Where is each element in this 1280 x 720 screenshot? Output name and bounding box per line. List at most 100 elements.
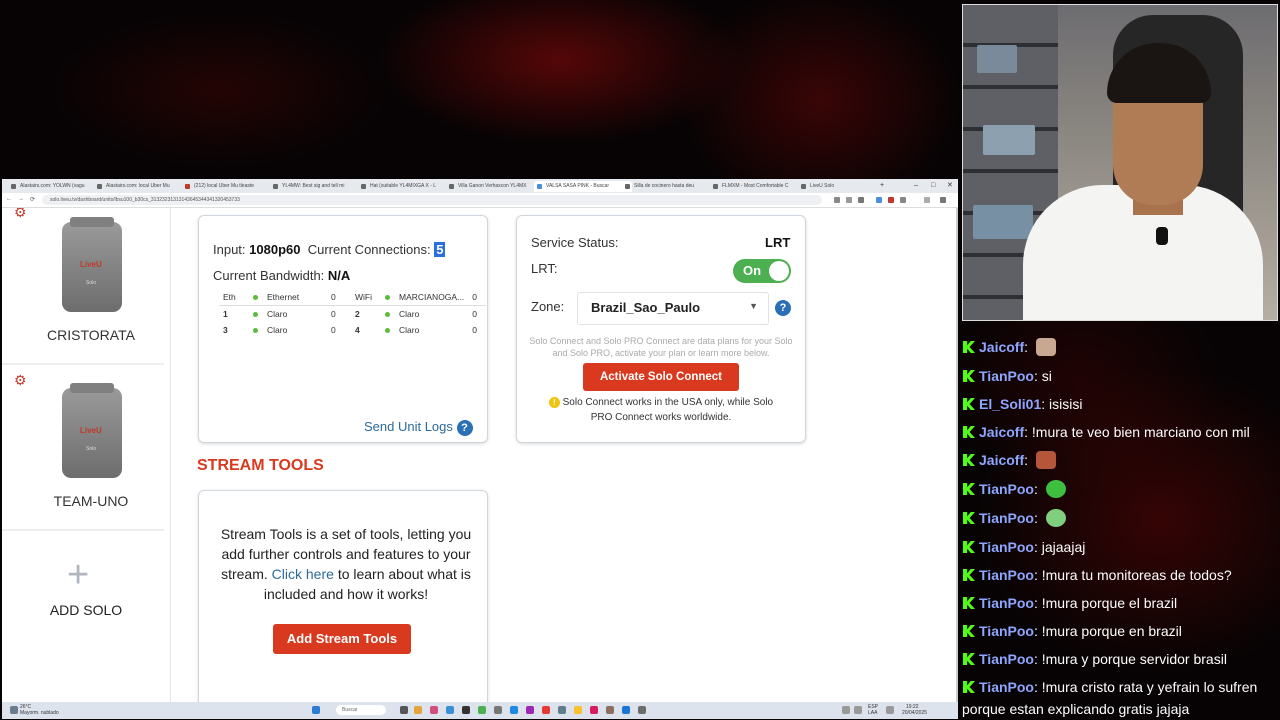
zone-select[interactable]: Brazil_Sao_Paulo ▼ — [577, 292, 769, 325]
menu-icon[interactable] — [940, 197, 946, 203]
url-field[interactable]: solo.liveu.tv/dashboard/units/lbsu100_b3… — [42, 195, 822, 205]
back-icon[interactable]: ← — [6, 196, 12, 202]
app-icon[interactable] — [574, 706, 582, 714]
browser-tab[interactable]: Silla de cocinero hasta deu — [622, 181, 720, 192]
add-solo-button[interactable]: ADD SOLO — [2, 602, 170, 618]
edge-icon[interactable] — [446, 706, 454, 714]
chat-username[interactable]: TianPoo — [979, 539, 1034, 555]
ethernet-label: Ethernet — [263, 289, 327, 306]
emote-icon — [1035, 338, 1056, 356]
extension-icon[interactable] — [846, 197, 852, 203]
app-icon[interactable] — [542, 706, 550, 714]
explorer-icon[interactable] — [414, 706, 422, 714]
tab-label: VALSA SASA PINK - Buscar — [546, 183, 609, 189]
taskbar-search[interactable]: Buscar — [336, 705, 386, 715]
chat-username[interactable]: TianPoo — [979, 510, 1034, 526]
app-icon[interactable] — [430, 706, 438, 714]
chat-text: si — [1041, 368, 1052, 384]
gear-icon[interactable]: ⚙ — [14, 208, 27, 221]
app-icon[interactable] — [606, 706, 614, 714]
chat-username[interactable]: TianPoo — [979, 595, 1034, 611]
send-unit-logs-link[interactable]: Send Unit Logs ? — [364, 419, 473, 436]
chat-username[interactable]: Jaicoff — [979, 339, 1024, 355]
chat-username[interactable]: TianPoo — [979, 567, 1034, 583]
chat-username[interactable]: TianPoo — [979, 651, 1034, 667]
modem-carrier: Claro — [399, 325, 420, 335]
weather-icon[interactable] — [10, 706, 18, 714]
add-stream-tools-button[interactable]: Add Stream Tools — [273, 624, 411, 654]
app-icon[interactable] — [526, 706, 534, 714]
reload-icon[interactable]: ⟳ — [30, 196, 35, 203]
status-dot-icon — [385, 295, 390, 300]
close-icon[interactable]: ✕ — [947, 179, 953, 193]
chat-username[interactable]: TianPoo — [979, 623, 1034, 639]
tab-label: YL4MW: Best sig and tell mi — [282, 183, 345, 189]
lrt-toggle[interactable]: On — [733, 259, 791, 283]
units-sidebar: ⚙ LiveU Solo CRISTORATA ⚙ LiveU Solo TEA… — [2, 208, 171, 702]
minimize-icon[interactable]: – — [914, 179, 918, 193]
shelf-box — [973, 205, 1033, 239]
app-icon[interactable] — [558, 706, 566, 714]
chat-username[interactable]: Jaicoff — [979, 424, 1024, 440]
browser-tab[interactable]: (212) local Uber Mu tleaste — [182, 181, 280, 192]
eth-header: Eth — [219, 289, 249, 306]
modem-value: 0 — [472, 325, 477, 335]
browser-tab[interactable]: Alastairs.com: YOLWN (vagu — [8, 181, 104, 192]
chat-username[interactable]: Jaicoff — [979, 452, 1024, 468]
extension-icon[interactable] — [876, 197, 882, 203]
profile-icon[interactable] — [924, 197, 930, 203]
solo-connect-note: Solo Connect and Solo PRO Connect are da… — [529, 336, 793, 358]
app-icon[interactable] — [494, 706, 502, 714]
tray-icon[interactable] — [854, 706, 862, 714]
connections-card: Input: 1080p60 Current Connections: 5 Cu… — [198, 215, 488, 443]
tray-icon[interactable] — [842, 706, 850, 714]
browser-tab[interactable]: Hat (suitable YL4MIXGA X - L — [358, 181, 456, 192]
language-layout[interactable]: LAA — [868, 710, 877, 716]
maximize-icon[interactable]: □ — [931, 179, 935, 193]
click-here-link[interactable]: Click here — [272, 566, 334, 582]
gear-icon[interactable]: ⚙ — [14, 372, 27, 389]
help-icon[interactable]: ? — [775, 300, 791, 316]
browser-tab[interactable]: LiveU Solo — [798, 181, 886, 192]
bookmark-icon[interactable] — [858, 197, 864, 203]
activate-solo-connect-button[interactable]: Activate Solo Connect — [583, 363, 739, 391]
modem-number: 4 — [355, 325, 360, 335]
chat-username[interactable]: TianPoo — [979, 679, 1034, 695]
extension-icon[interactable] — [888, 197, 894, 203]
modem-carrier: Claro — [267, 309, 288, 319]
clock-date[interactable]: 20/04/2025 — [902, 710, 927, 716]
extension-icon[interactable] — [834, 197, 840, 203]
browser-tab[interactable]: Villa Ganon Verhascon YL4MX — [446, 181, 544, 192]
table-row: 3 Claro 0 4 Claro 0 — [219, 322, 486, 338]
chat-username[interactable]: TianPoo — [979, 368, 1034, 384]
taskview-icon[interactable] — [400, 706, 408, 714]
chat-username[interactable]: TianPoo — [979, 481, 1034, 497]
help-icon[interactable]: ? — [456, 420, 473, 436]
page-scrollbar[interactable] — [956, 208, 958, 702]
browser-tab[interactable]: FLMXM - Most Comfortable C — [710, 181, 808, 192]
shelf-box — [983, 125, 1035, 155]
start-icon[interactable] — [312, 706, 320, 714]
app-icon[interactable] — [638, 706, 646, 714]
wifi-icon[interactable] — [886, 706, 894, 714]
add-solo-plus-icon[interactable]: + — [67, 556, 89, 594]
kick-icon — [963, 454, 975, 466]
app-icon[interactable] — [622, 706, 630, 714]
service-status-label: Service Status: — [531, 235, 619, 250]
app-icon[interactable] — [510, 706, 518, 714]
connections-label: Current Connections: — [307, 242, 431, 257]
browser-tab-active[interactable]: VALSA SASA PINK - Buscar — [534, 181, 632, 192]
zone-label: Zone: — [531, 299, 565, 314]
forward-icon[interactable]: → — [18, 196, 24, 202]
app-icon[interactable] — [462, 706, 470, 714]
status-dot-icon — [385, 328, 390, 333]
browser-tab[interactable]: YL4MW: Best sig and tell mi — [270, 181, 368, 192]
chrome-icon[interactable] — [478, 706, 486, 714]
windows-taskbar: 26°C Mayorm. nublado Buscar ESP LAA 19:2… — [2, 702, 958, 719]
chat-username[interactable]: El_Soli01 — [979, 396, 1041, 412]
new-tab-button[interactable]: + — [880, 179, 884, 193]
device-logo-accent: U — [96, 426, 102, 435]
app-icon[interactable] — [590, 706, 598, 714]
browser-tab[interactable]: Alastairs.com: local Uber Mu — [94, 181, 192, 192]
extension-icon[interactable] — [900, 197, 906, 203]
